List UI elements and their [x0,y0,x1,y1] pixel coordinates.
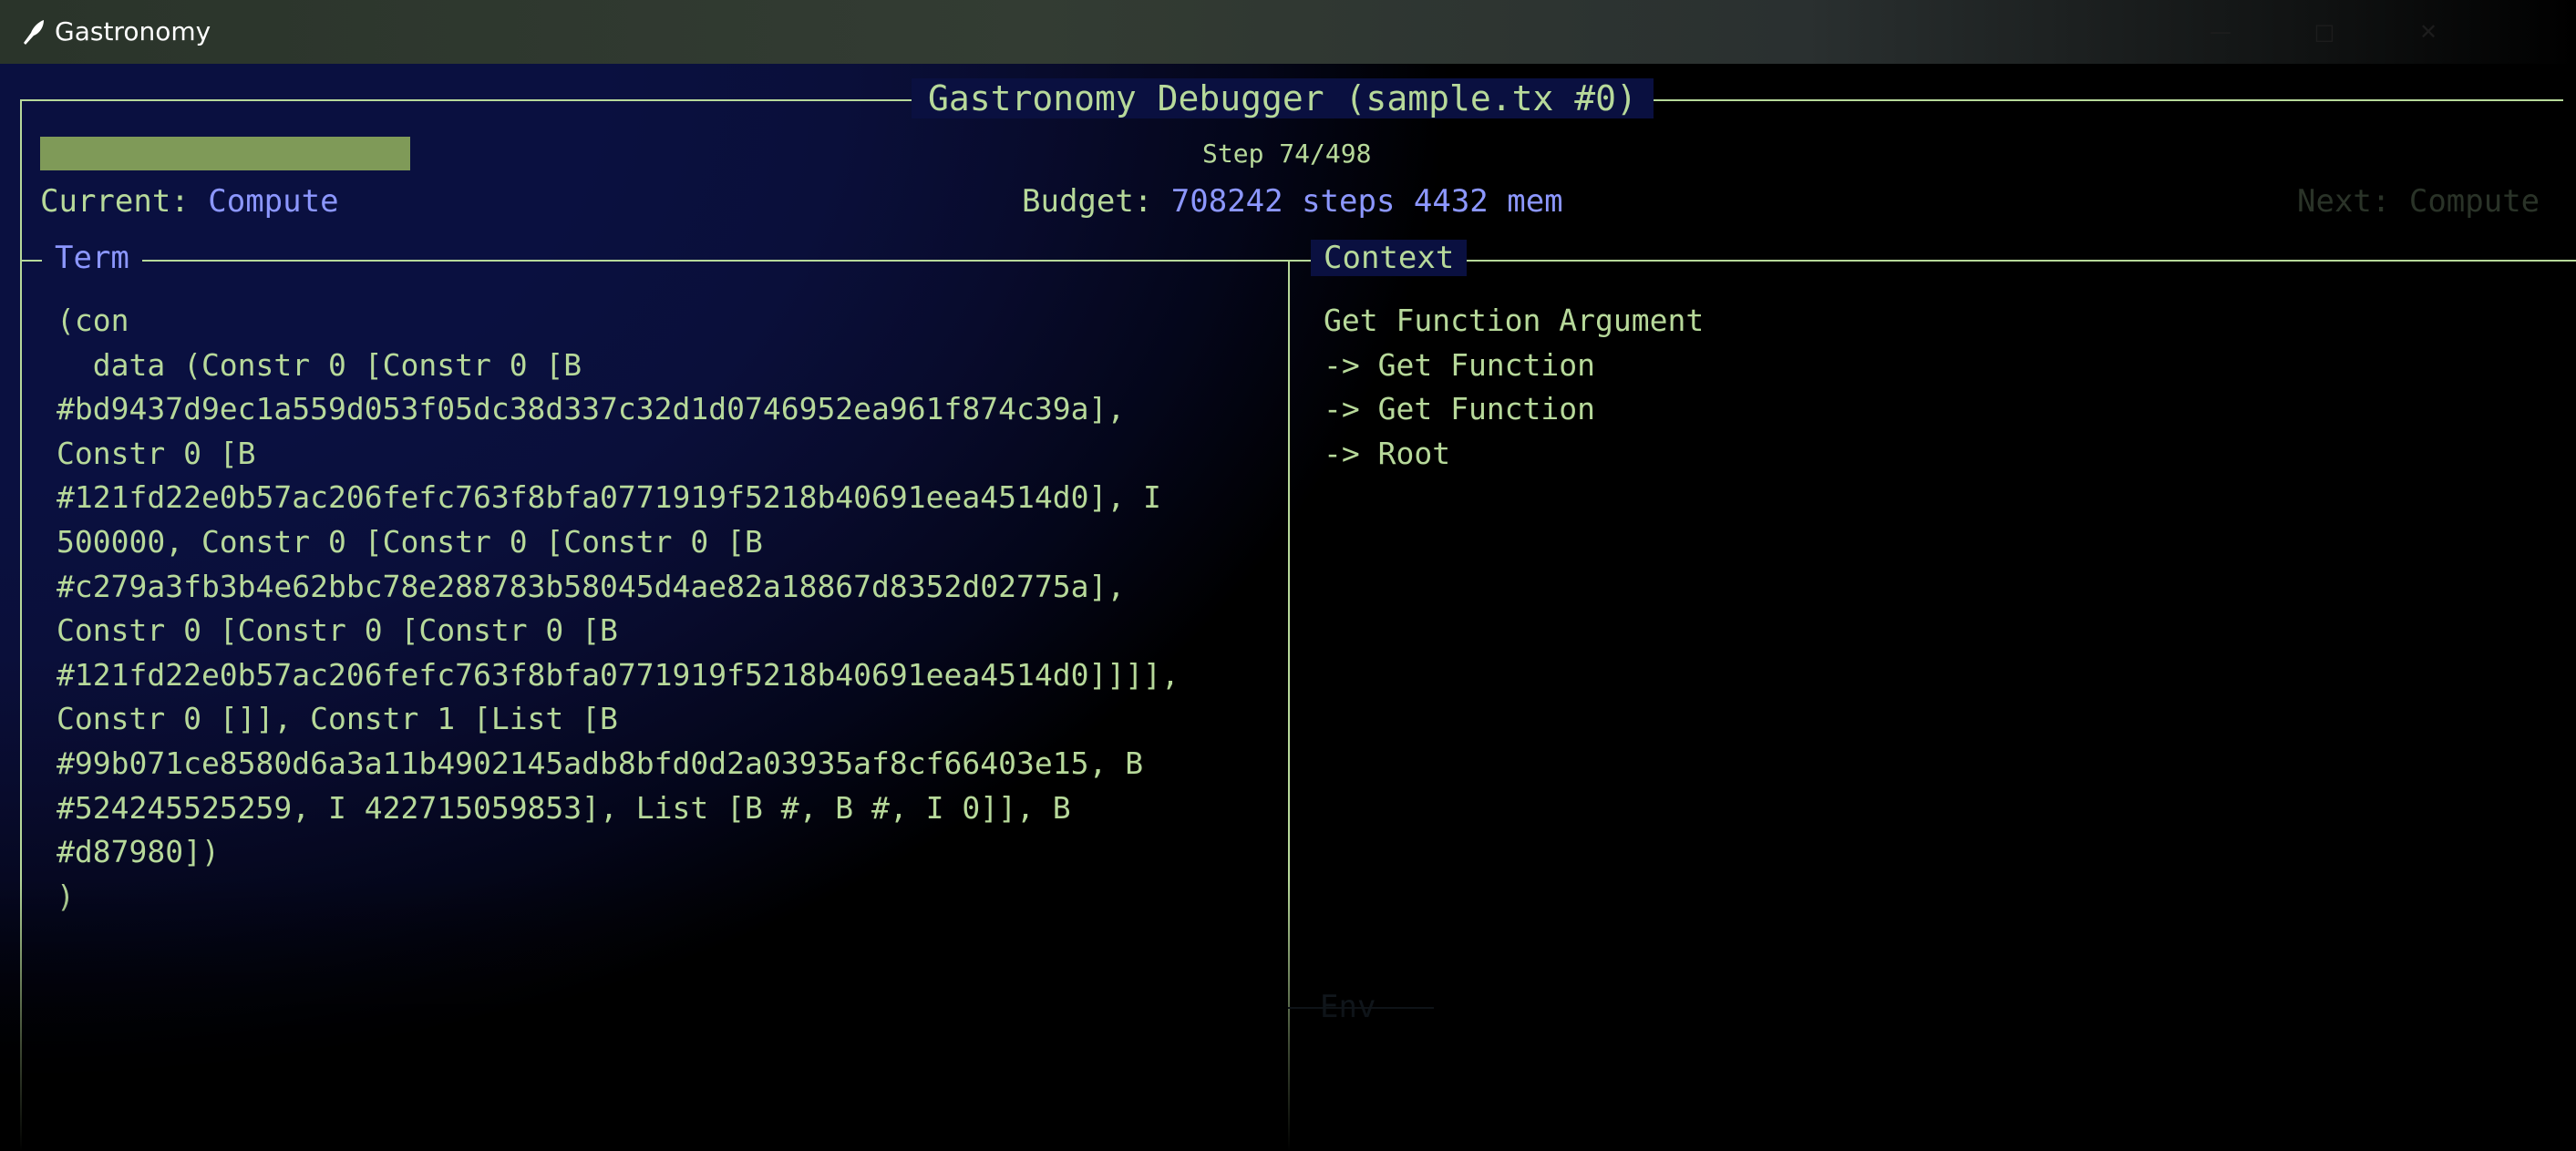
window-controls: — □ ✕ [2210,0,2439,64]
context-line: -> Root [1324,435,1451,471]
terminal-area[interactable]: Gastronomy Debugger (sample.tx #0) Step … [0,64,2576,1151]
context-line: -> Get Function [1324,391,1596,427]
term-line: #121fd22e0b57ac206fefc763f8bfa0771919f52… [57,479,1161,516]
context-panel-title: Context [1311,240,1468,276]
term-line: #121fd22e0b57ac206fefc763f8bfa0771919f52… [57,656,1180,693]
term-panel-title: Term [42,240,142,276]
next-value: Compute [2408,183,2540,220]
term-line: ) [57,878,75,914]
term-line: #d87980]) [57,834,220,870]
context-line: -> Get Function [1324,346,1596,383]
term-line: 500000, Constr 0 [Constr 0 [Constr 0 [B [57,523,763,560]
context-content: Get Function Argument -> Get Function ->… [1324,299,1704,476]
current-status: Current: Compute [40,183,339,220]
term-line: Constr 0 [B [57,435,256,471]
term-line: #c279a3fb3b4e62bbc78e288783b58045d4ae82a… [57,568,1126,604]
minimize-icon[interactable]: — [2210,19,2231,45]
current-value: Compute [208,183,339,220]
app-title: Gastronomy [55,16,211,46]
outer-border-left [20,99,22,1151]
term-line: (con [57,303,129,338]
term-panel-border [20,260,1289,262]
context-panel-border [1288,260,2576,262]
budget-value: 708242 steps 4432 mem [1170,183,1563,220]
panel-divider [1288,260,1290,1151]
next-label: Next: [2297,183,2391,220]
next-status: Next: Compute [2297,183,2540,220]
env-panel-title: Env [1320,989,1376,1025]
term-content: (con data (Constr 0 [Constr 0 [B #bd9437… [57,299,1180,919]
term-line: #99b071ce8580d6a3a11b4902145adb8bfd0d2a0… [57,745,1144,781]
budget-label: Budget: [1022,183,1153,220]
term-line: Constr 0 [Constr 0 [Constr 0 [B [57,612,618,649]
term-line: #524245525259, I 422715059853], List [B … [57,789,1071,826]
context-line: Get Function Argument [1324,303,1705,338]
window-titlebar: Gastronomy — □ ✕ [0,0,2576,64]
debugger-title: Gastronomy Debugger (sample.tx #0) [912,78,1654,118]
term-line: #bd9437d9ec1a559d053f05dc38d337c32d1d074… [57,391,1126,427]
close-icon[interactable]: ✕ [2417,19,2439,45]
step-counter: Step 74/498 [1202,139,1372,169]
maximize-icon[interactable]: □ [2313,19,2335,45]
term-line: data (Constr 0 [Constr 0 [B [57,346,582,383]
step-progress-bar [40,137,410,170]
current-label: Current: [40,183,190,220]
budget-status: Budget: 708242 steps 4432 mem [1022,183,1563,220]
gastronomy-spoon-icon [24,20,44,45]
term-line: Constr 0 []], Constr 1 [List [B [57,701,618,737]
